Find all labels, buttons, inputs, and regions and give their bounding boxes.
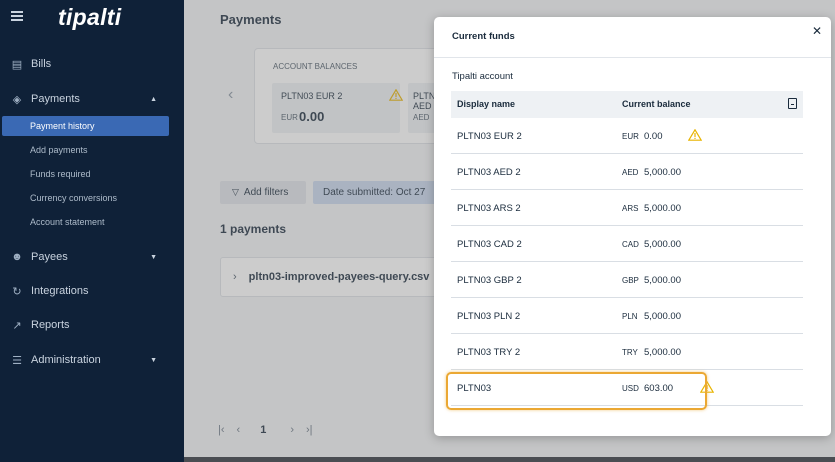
sidebar-item-reports[interactable]: ↗ Reports <box>0 314 184 336</box>
balance-amount: 5,000.00 <box>644 167 681 178</box>
sidebar-item-label: Payments <box>31 93 80 105</box>
payments-icon: ◈ <box>12 93 22 106</box>
sidebar-item-administration[interactable]: ☰ Administration ▼ <box>0 349 184 371</box>
currency-code: TRY <box>622 348 638 357</box>
document-icon: ▤ <box>11 58 23 71</box>
currency-code: PLN <box>622 312 638 321</box>
sidebar-item-bills[interactable]: ▤ Bills <box>0 53 184 75</box>
table-row: PLTN03 ARS 2 ARS 5,000.00 <box>451 190 803 226</box>
warning-icon <box>688 129 702 141</box>
balance-amount: 5,000.00 <box>644 239 681 250</box>
sidebar-subitem-payment-history[interactable]: Payment history <box>2 116 169 136</box>
balance-amount: 5,000.00 <box>644 275 681 286</box>
account-name: PLTN03 GBP 2 <box>457 275 522 286</box>
table-row: PLTN03 AED 2 AED 5,000.00 <box>451 154 803 190</box>
payees-icon: ☻ <box>11 251 23 263</box>
sidebar-item-label: Bills <box>31 58 52 70</box>
sidebar-subitem-add-payments[interactable]: Add payments <box>0 140 184 160</box>
reports-icon: ↗ <box>12 319 22 332</box>
account-name: PLTN03 CAD 2 <box>457 239 522 250</box>
account-name: PLTN03 AED 2 <box>457 167 521 178</box>
balance-amount: 5,000.00 <box>644 347 681 358</box>
balance-amount: 5,000.00 <box>644 203 681 214</box>
column-header-current-balance: Current balance <box>622 99 691 109</box>
hamburger-menu-icon[interactable] <box>11 11 23 21</box>
sidebar-item-label: Payees <box>31 251 68 263</box>
table-row: PLTN03 GBP 2 GBP 5,000.00 <box>451 262 803 298</box>
integrations-icon: ↻ <box>12 285 22 298</box>
table-row: PLTN03 TRY 2 TRY 5,000.00 <box>451 334 803 370</box>
sidebar-subitem-currency-conversions[interactable]: Currency conversions <box>0 188 184 208</box>
currency-code: CAD <box>622 240 639 249</box>
caret-down-icon: ▼ <box>150 253 157 261</box>
table-row: PLTN03 CAD 2 CAD 5,000.00 <box>451 226 803 262</box>
modal-title: Current funds <box>452 31 515 42</box>
account-name: PLTN03 ARS 2 <box>457 203 521 214</box>
close-icon[interactable]: ✕ <box>812 24 822 38</box>
caret-up-icon: ▲ <box>150 95 157 103</box>
download-icon[interactable] <box>788 98 797 109</box>
currency-code: EUR <box>622 132 639 141</box>
table-header: Display name Current balance <box>451 91 803 118</box>
balance-amount: 0.00 <box>644 131 663 142</box>
divider <box>434 57 831 58</box>
currency-code: GBP <box>622 276 639 285</box>
account-name: PLTN03 PLN 2 <box>457 311 521 322</box>
tipalti-logo: tipalti <box>58 4 122 30</box>
highlighted-row-annotation <box>446 372 707 410</box>
account-name: PLTN03 EUR 2 <box>457 131 522 142</box>
sidebar-item-integrations[interactable]: ↻ Integrations <box>0 280 184 302</box>
sidebar-item-payees[interactable]: ☻ Payees ▼ <box>0 246 184 268</box>
balance-amount: 5,000.00 <box>644 311 681 322</box>
sidebar-item-label: Reports <box>31 319 70 331</box>
caret-down-icon: ▼ <box>150 356 157 364</box>
table-row: PLTN03 EUR 2 EUR 0.00 <box>451 118 803 154</box>
currency-code: AED <box>622 168 639 177</box>
sidebar-subitem-funds-required[interactable]: Funds required <box>0 164 184 184</box>
currency-code: ARS <box>622 204 639 213</box>
sidebar-item-label: Administration <box>31 354 101 366</box>
sidebar-item-label: Integrations <box>31 285 89 297</box>
sidebar: tipalti ▤ Bills ◈ Payments ▲ Payment his… <box>0 0 184 462</box>
account-label: Tipalti account <box>452 71 513 82</box>
administration-icon: ☰ <box>12 354 22 367</box>
sidebar-item-payments[interactable]: ◈ Payments ▲ <box>0 88 184 110</box>
bottom-bar <box>184 457 835 462</box>
table-row: PLTN03 PLN 2 PLN 5,000.00 <box>451 298 803 334</box>
sidebar-subitem-account-statement[interactable]: Account statement <box>0 212 184 232</box>
column-header-display-name: Display name <box>457 99 516 109</box>
account-name: PLTN03 TRY 2 <box>457 347 521 358</box>
